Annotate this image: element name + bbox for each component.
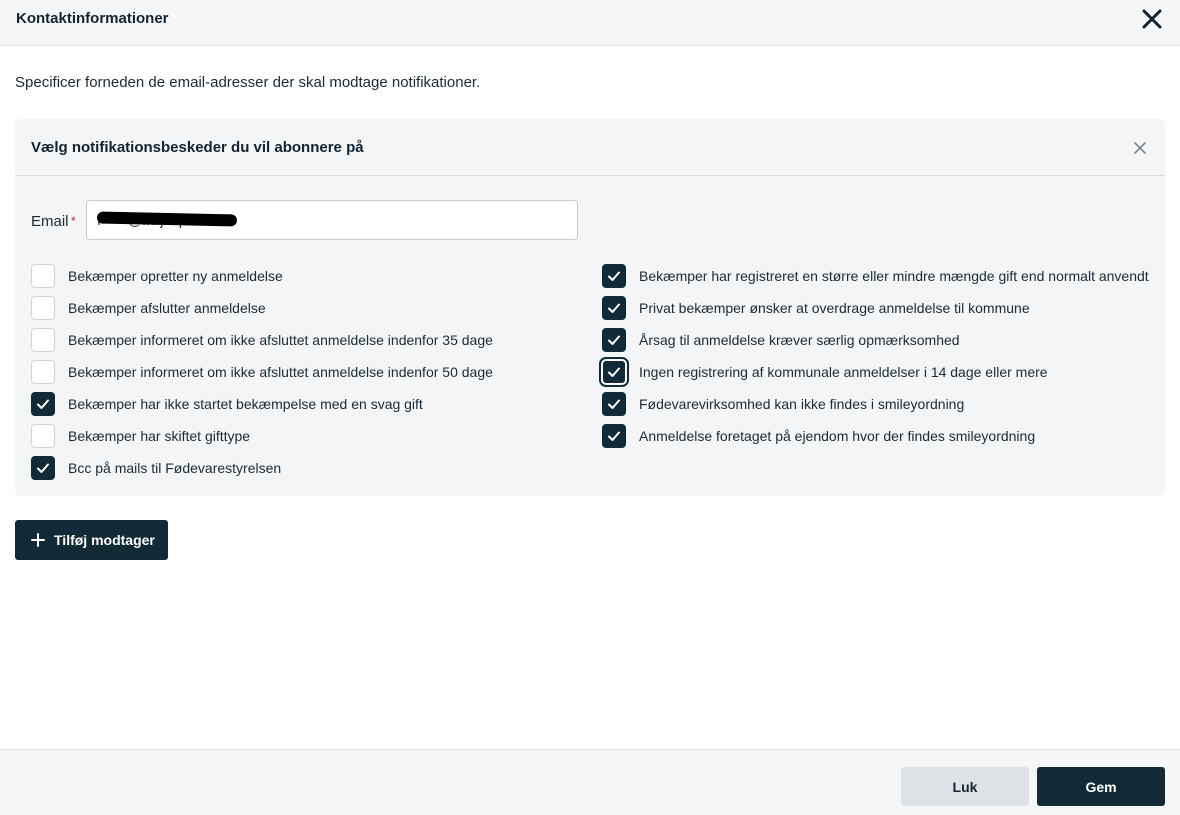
option-label: Bcc på mails til Fødevarestyrelsen [68,460,282,476]
checkbox[interactable] [31,296,55,320]
option-label: Anmeldelse foretaget på ejendom hvor der… [639,428,1036,444]
checkmark-icon [608,399,620,409]
notification-option[interactable]: Bekæmper har registreret en større eller… [602,263,1149,289]
checkmark-icon [37,399,49,409]
notification-option[interactable]: Bekæmper afslutter anmeldelse [31,295,266,321]
notification-option[interactable]: Anmeldelse foretaget på ejendom hvor der… [602,423,1035,449]
add-recipient-label: Tilføj modtager [54,532,155,548]
notification-option[interactable]: Bekæmper har skiftet gifttype [31,423,250,449]
email-input[interactable] [86,200,578,240]
email-label: Email [31,213,69,230]
checkmark-icon [608,367,620,377]
checkmark-icon [608,303,620,313]
panel-header: Vælg notifikationsbeskeder du vil abonne… [15,119,1165,176]
notification-option[interactable]: Bekæmper har ikke startet bekæmpelse med… [31,391,423,417]
intro-text: Specificer forneden de email-adresser de… [15,74,481,91]
option-label: Bekæmper afslutter anmeldelse [68,300,266,316]
checkbox[interactable] [31,360,55,384]
recipient-panel: Vælg notifikationsbeskeder du vil abonne… [15,119,1165,496]
checkbox[interactable] [602,424,626,448]
checkmark-icon [608,335,620,345]
notification-option[interactable]: Årsag til anmeldelse kræver særlig opmær… [602,327,960,353]
checkbox[interactable] [31,392,55,416]
option-label: Bekæmper informeret om ikke afsluttet an… [68,364,493,380]
dialog-title: Kontaktinformationer [16,10,169,27]
option-label: Bekæmper har skiftet gifttype [68,428,251,444]
option-label: Fødevarevirksomhed kan ikke findes i smi… [639,396,965,412]
checkbox[interactable] [602,264,626,288]
checkbox[interactable] [31,264,55,288]
save-button[interactable]: Gem [1037,767,1165,806]
remove-recipient-icon[interactable] [1132,140,1148,156]
option-label: Privat bekæmper ønsker at overdrage anme… [639,300,1030,316]
notification-option[interactable]: Bcc på mails til Fødevarestyrelsen [31,455,281,481]
plus-icon [31,533,45,547]
notification-option[interactable]: Bekæmper informeret om ikke afsluttet an… [31,327,493,353]
option-label: Bekæmper informeret om ikke afsluttet an… [68,332,493,348]
notification-option[interactable]: Bekæmper informeret om ikke afsluttet an… [31,359,493,385]
checkbox[interactable] [602,392,626,416]
option-label: Årsag til anmeldelse kræver særlig opmær… [639,332,960,348]
checkbox[interactable] [599,357,629,387]
close-icon[interactable] [1140,7,1164,31]
option-label: Bekæmper opretter ny anmeldelse [68,268,283,284]
option-label: Bekæmper har registreret en større eller… [639,268,1149,284]
option-label: Ingen registrering af kommunale anmeldel… [639,364,1048,380]
panel-title: Vælg notifikationsbeskeder du vil abonne… [31,139,364,156]
checkmark-icon [608,271,620,281]
dialog-header: Kontaktinformationer [0,0,1180,46]
checkbox[interactable] [31,424,55,448]
checkbox[interactable] [31,456,55,480]
checkmark-icon [608,431,620,441]
option-label: Bekæmper har ikke startet bekæmpelse med… [68,396,423,412]
notification-option[interactable]: Privat bekæmper ønsker at overdrage anme… [602,295,1030,321]
checkbox[interactable] [602,328,626,352]
checkbox[interactable] [602,296,626,320]
dialog-footer: Luk Gem [0,749,1180,815]
notification-option[interactable]: Bekæmper opretter ny anmeldelse [31,263,283,289]
checkmark-icon [37,463,49,473]
checkbox[interactable] [31,328,55,352]
add-recipient-button[interactable]: Tilføj modtager [15,520,168,560]
close-button[interactable]: Luk [901,767,1029,806]
required-marker: * [71,214,76,228]
notification-option[interactable]: Ingen registrering af kommunale anmeldel… [599,357,1048,387]
notification-option[interactable]: Fødevarevirksomhed kan ikke findes i smi… [602,391,964,417]
